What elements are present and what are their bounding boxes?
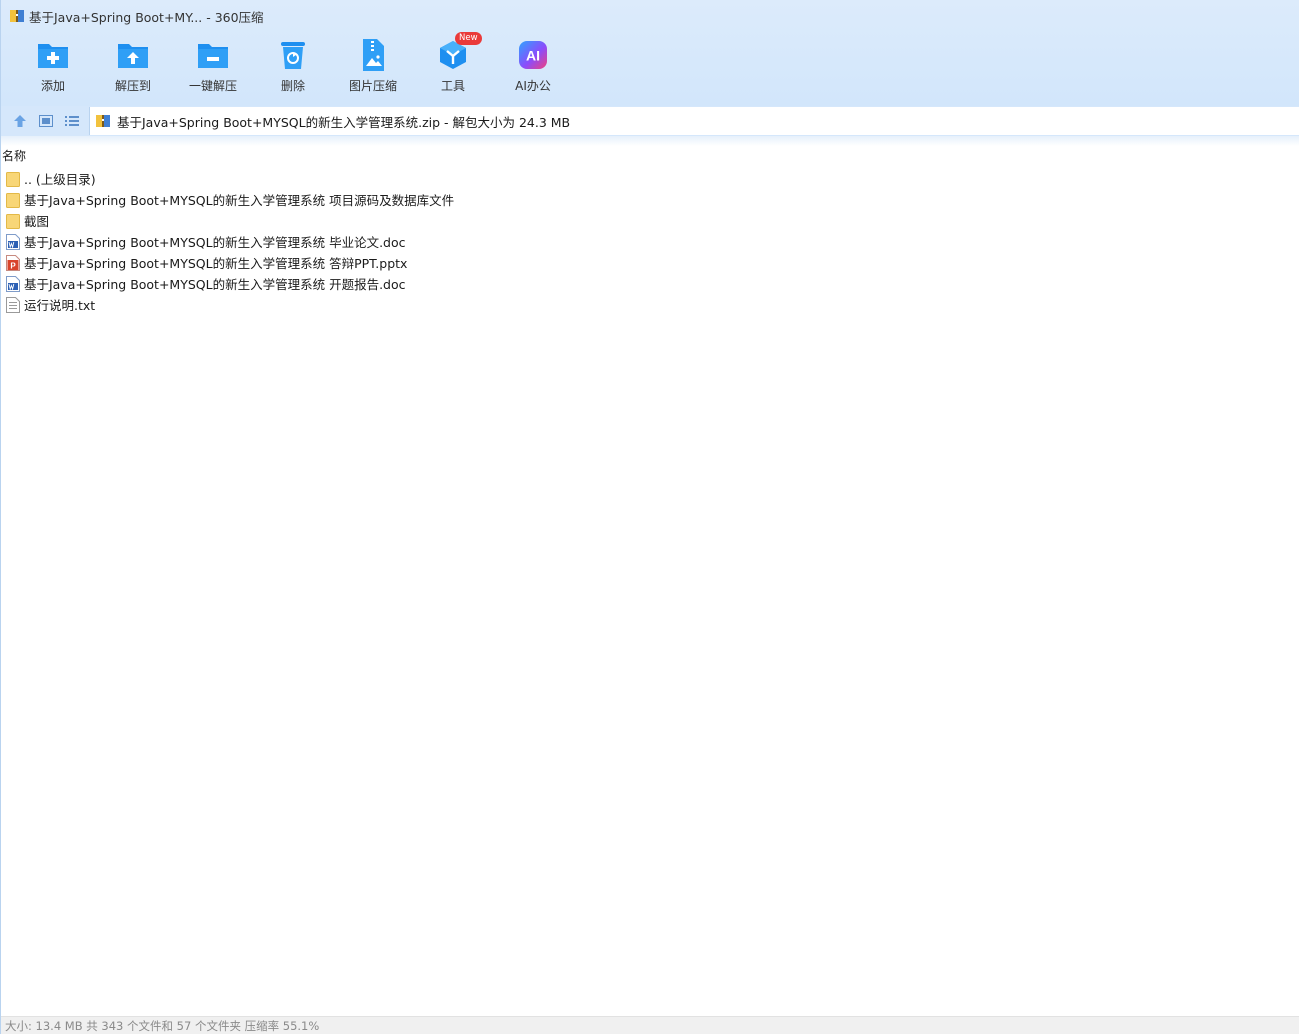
- list-item[interactable]: 基于Java+Spring Boot+MYSQL的新生入学管理系统 毕业论文.d…: [6, 231, 706, 252]
- folder-icon: [6, 213, 20, 229]
- column-header-name[interactable]: 名称: [2, 147, 26, 164]
- header-separator: [1, 136, 1299, 146]
- list-view-button[interactable]: [63, 113, 81, 129]
- list-item[interactable]: 截图: [6, 210, 706, 231]
- image-compress-icon: [353, 36, 393, 74]
- file-name: 截图: [24, 214, 50, 229]
- extract-to-icon: [113, 36, 153, 74]
- one-click-extract-label: 一键解压: [188, 79, 237, 93]
- delete-label: 删除: [280, 79, 305, 93]
- image-compress-button[interactable]: 图片压缩: [333, 36, 413, 94]
- address-bar[interactable]: 基于Java+Spring Boot+MYSQL的新生入学管理系统.zip - …: [89, 107, 1299, 135]
- arrow-up-icon: [14, 115, 26, 127]
- list-view-icon: [65, 116, 79, 126]
- svg-text:AI: AI: [526, 48, 540, 64]
- address-path: 基于Java+Spring Boot+MYSQL的新生入学管理系统.zip - …: [117, 114, 571, 130]
- status-text: 大小: 13.4 MB 共 343 个文件和 57 个文件夹 压缩率 55.1%: [5, 1018, 320, 1033]
- file-list: .. (上级目录) 基于Java+Spring Boot+MYSQL的新生入学管…: [6, 168, 706, 315]
- one-click-extract-button[interactable]: 一键解压: [173, 36, 253, 94]
- ai-office-button[interactable]: AI AI办公: [493, 36, 573, 94]
- list-item[interactable]: P 基于Java+Spring Boot+MYSQL的新生入学管理系统 答辩PP…: [6, 252, 706, 273]
- new-badge: New: [455, 32, 482, 45]
- file-name: 基于Java+Spring Boot+MYSQL的新生入学管理系统 开题报告.d…: [24, 277, 406, 292]
- ai-office-icon: AI: [513, 36, 553, 74]
- toolbar: 添加 解压到 一键解压 删除 图片压缩 New 工具 AI AI办公: [13, 32, 573, 94]
- add-folder-icon: [33, 36, 73, 74]
- tools-button[interactable]: New 工具: [413, 32, 493, 94]
- file-name: .. (上级目录): [24, 172, 96, 187]
- thumbnail-view-icon: [39, 115, 53, 127]
- extract-to-button[interactable]: 解压到: [93, 36, 173, 94]
- file-name: 基于Java+Spring Boot+MYSQL的新生入学管理系统 项目源码及数…: [24, 193, 455, 208]
- list-item[interactable]: 运行说明.txt: [6, 294, 706, 315]
- header: 基于Java+Spring Boot+MY... - 360压缩 添加 解压到 …: [1, 0, 1299, 106]
- text-file-icon: [6, 296, 20, 313]
- app-window: 基于Java+Spring Boot+MY... - 360压缩 添加 解压到 …: [0, 0, 1299, 1034]
- extract-to-label: 解压到: [114, 79, 151, 93]
- ai-office-label: AI办公: [515, 79, 551, 93]
- word-doc-icon: [6, 275, 20, 292]
- address-row: 基于Java+Spring Boot+MYSQL的新生入学管理系统.zip - …: [1, 106, 1299, 136]
- one-click-extract-icon: [193, 36, 233, 74]
- image-compress-label: 图片压缩: [348, 79, 397, 93]
- add-label: 添加: [40, 79, 65, 93]
- file-name: 基于Java+Spring Boot+MYSQL的新生入学管理系统 答辩PPT.…: [24, 256, 408, 271]
- ppt-file-icon: P: [6, 254, 20, 271]
- thumbnail-view-button[interactable]: [37, 113, 55, 129]
- list-item[interactable]: 基于Java+Spring Boot+MYSQL的新生入学管理系统 项目源码及数…: [6, 189, 706, 210]
- svg-text:P: P: [10, 261, 16, 270]
- archive-app-icon: [10, 10, 24, 22]
- add-button[interactable]: 添加: [13, 36, 93, 94]
- folder-icon: [6, 171, 20, 187]
- title-bar: 基于Java+Spring Boot+MY... - 360压缩: [1, 0, 1299, 32]
- delete-bin-icon: [273, 36, 313, 74]
- archive-file-icon: [96, 115, 110, 127]
- delete-button[interactable]: 删除: [253, 36, 333, 94]
- file-name: 运行说明.txt: [24, 298, 96, 313]
- status-bar: 大小: 13.4 MB 共 343 个文件和 57 个文件夹 压缩率 55.1%: [1, 1016, 1299, 1034]
- folder-icon: [6, 192, 20, 208]
- list-item[interactable]: 基于Java+Spring Boot+MYSQL的新生入学管理系统 开题报告.d…: [6, 273, 706, 294]
- up-level-button[interactable]: [11, 113, 29, 129]
- word-doc-icon: [6, 233, 20, 250]
- window-title: 基于Java+Spring Boot+MY... - 360压缩: [29, 9, 264, 25]
- tools-label: 工具: [440, 79, 465, 93]
- file-name: 基于Java+Spring Boot+MYSQL的新生入学管理系统 毕业论文.d…: [24, 235, 406, 250]
- list-item-parent[interactable]: .. (上级目录): [6, 168, 706, 189]
